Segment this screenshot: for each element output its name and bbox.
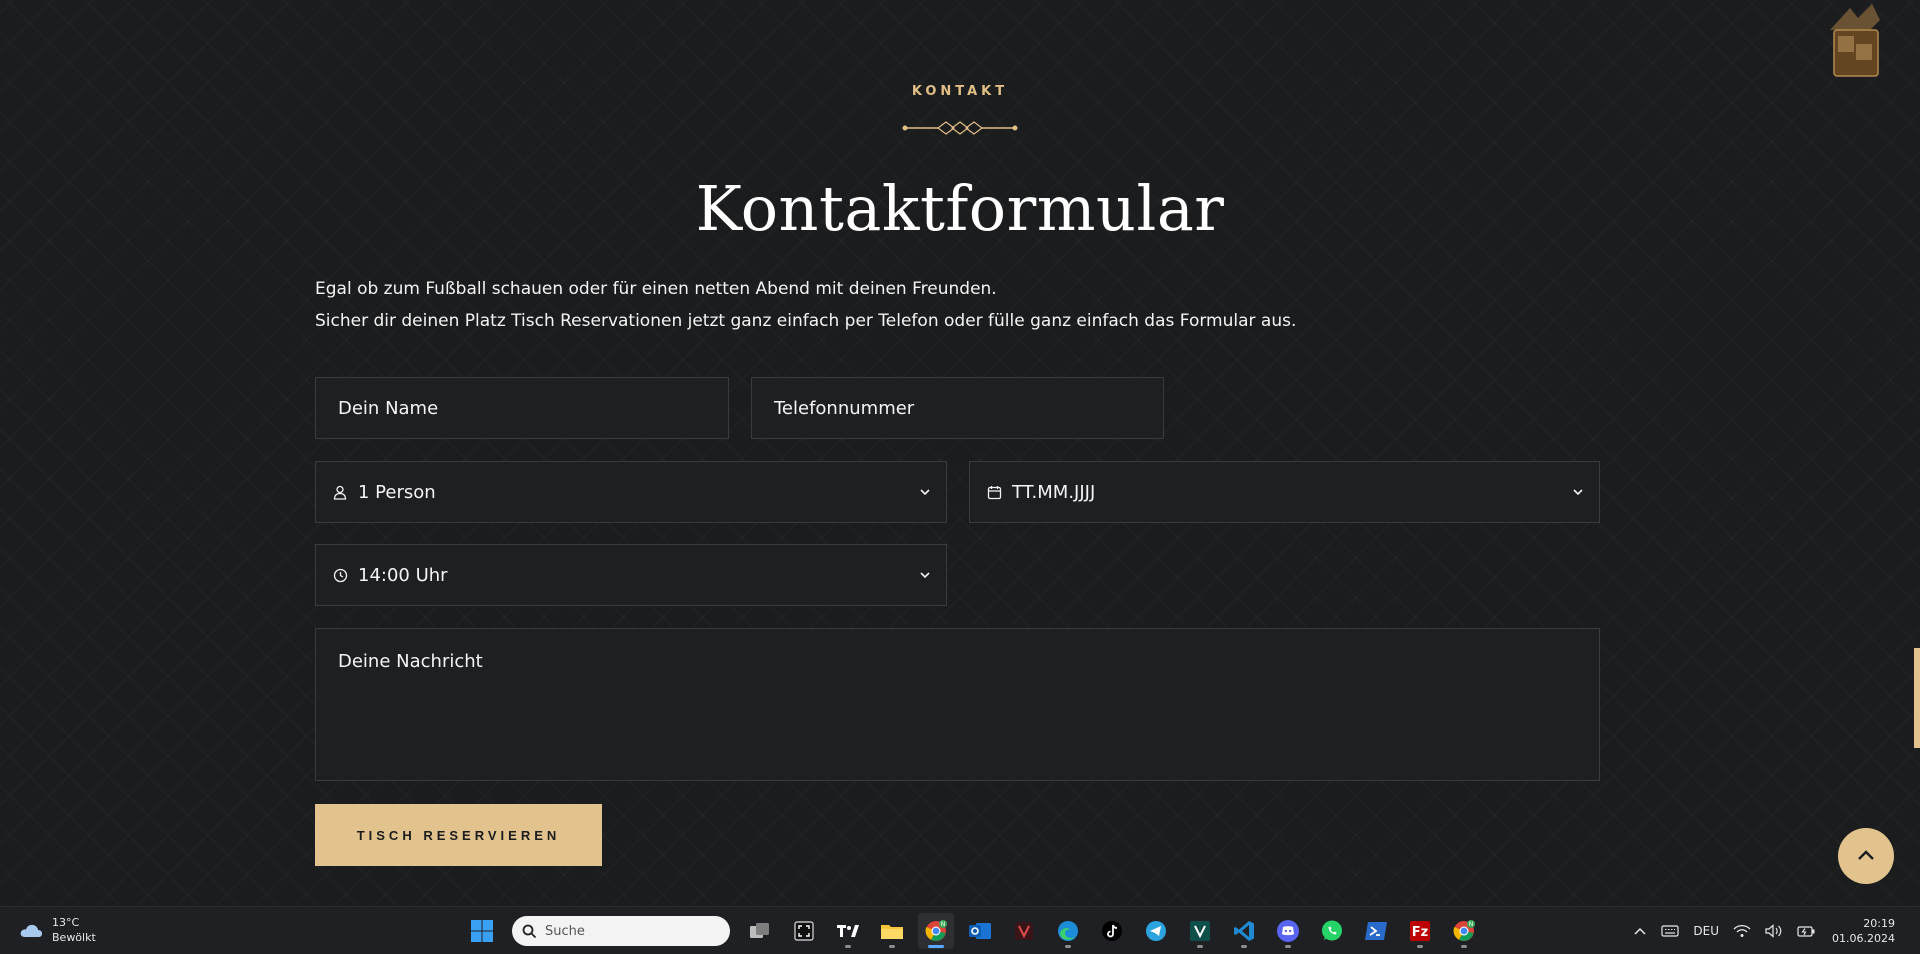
svg-text:N: N (1469, 921, 1474, 928)
battery-icon[interactable] (1797, 924, 1815, 938)
phone-placeholder: Telefonnummer (774, 397, 915, 419)
weather-widget[interactable]: 13°C Bewölkt (18, 915, 96, 945)
vscode-icon[interactable] (1226, 913, 1262, 949)
file-explorer-icon[interactable] (874, 913, 910, 949)
notification-area[interactable] (1911, 921, 1914, 941)
page: KONTAKT Kontaktformular Egal ob zum Fußb… (0, 0, 1920, 906)
powershell-icon[interactable] (1358, 913, 1394, 949)
windows-start-icon[interactable] (464, 913, 500, 949)
date-value: TT.MM.JJJJ (1012, 481, 1096, 503)
time-select[interactable]: 14:00 Uhr (315, 544, 947, 606)
persons-select[interactable]: 1 Person (315, 461, 947, 523)
scroll-to-top-button[interactable] (1838, 828, 1894, 884)
language-indicator[interactable]: DEU (1693, 924, 1719, 938)
message-placeholder: Deine Nachricht (338, 651, 483, 672)
chevron-up-icon[interactable] (1633, 926, 1647, 936)
outlook-icon[interactable] (962, 913, 998, 949)
date-select[interactable]: TT.MM.JJJJ (969, 461, 1600, 523)
chrome-icon[interactable]: N (918, 913, 954, 949)
time-value: 14:00 Uhr (358, 564, 448, 586)
search-icon (522, 924, 537, 938)
chevron-down-icon (920, 489, 930, 496)
divider-ornament-icon (902, 121, 1018, 135)
name-placeholder: Dein Name (338, 397, 439, 419)
edge-icon[interactable] (1050, 913, 1086, 949)
clock-date: 01.06.2024 (1832, 932, 1895, 945)
tiktok-icon[interactable] (1094, 913, 1130, 949)
discord-icon[interactable] (1270, 913, 1306, 949)
whatsapp-icon[interactable] (1314, 913, 1350, 949)
keyboard-icon[interactable] (1661, 925, 1680, 937)
message-textarea[interactable]: Deine Nachricht (315, 628, 1600, 781)
volume-icon[interactable] (1765, 924, 1783, 938)
intro-line-1: Egal ob zum Fußball schauen oder für ein… (315, 279, 997, 299)
persons-value: 1 Person (358, 481, 436, 503)
name-input[interactable]: Dein Name (315, 377, 729, 439)
tradingview-icon[interactable] (830, 913, 866, 949)
svg-text:N: N (941, 921, 946, 928)
intro-text: Egal ob zum Fußball schauen oder für ein… (315, 273, 1296, 337)
taskbar-apps: Suche N Fz N (460, 913, 1486, 949)
gaming-app-icon[interactable] (1006, 913, 1042, 949)
section-eyebrow: KONTAKT (911, 84, 1009, 99)
task-view-icon[interactable] (742, 913, 778, 949)
whisky-glass-logo-icon[interactable] (1820, 0, 1890, 78)
clock[interactable]: 20:19 01.06.2024 (1832, 916, 1895, 946)
wifi-icon[interactable] (1733, 924, 1751, 938)
search-placeholder: Suche (545, 923, 585, 939)
clock-time: 20:19 (1863, 917, 1895, 930)
taskbar: 13°C Bewölkt Suche N Fz N DEU 20:19 01.0… (0, 906, 1920, 954)
weather-temp: 13°C (52, 916, 80, 929)
filezilla-icon[interactable]: Fz (1402, 913, 1438, 949)
weather-desc: Bewölkt (52, 931, 96, 944)
scroll-position-indicator[interactable] (1914, 648, 1920, 748)
vectorworks-icon[interactable] (1182, 913, 1218, 949)
svg-text:Fz: Fz (1412, 925, 1428, 940)
cloud-icon (20, 924, 43, 937)
system-tray: DEU 20:19 01.06.2024 (1626, 907, 1920, 954)
calendar-icon (986, 484, 1002, 500)
screen-capture-icon[interactable] (786, 913, 822, 949)
chevron-up-icon (1858, 850, 1874, 860)
telegram-icon[interactable] (1138, 913, 1174, 949)
chevron-down-icon (920, 572, 930, 579)
chevron-down-icon (1573, 489, 1583, 496)
taskbar-search[interactable]: Suche (512, 916, 730, 946)
page-title: Kontaktformular (695, 172, 1225, 245)
phone-input[interactable]: Telefonnummer (751, 377, 1164, 439)
clock-icon (332, 567, 348, 583)
chrome-profile-icon[interactable]: N (1446, 913, 1482, 949)
reserve-table-button[interactable]: TISCH RESERVIEREN (315, 804, 602, 866)
intro-line-2: Sicher dir deinen Platz Tisch Reservatio… (315, 311, 1297, 331)
person-icon (332, 484, 348, 500)
